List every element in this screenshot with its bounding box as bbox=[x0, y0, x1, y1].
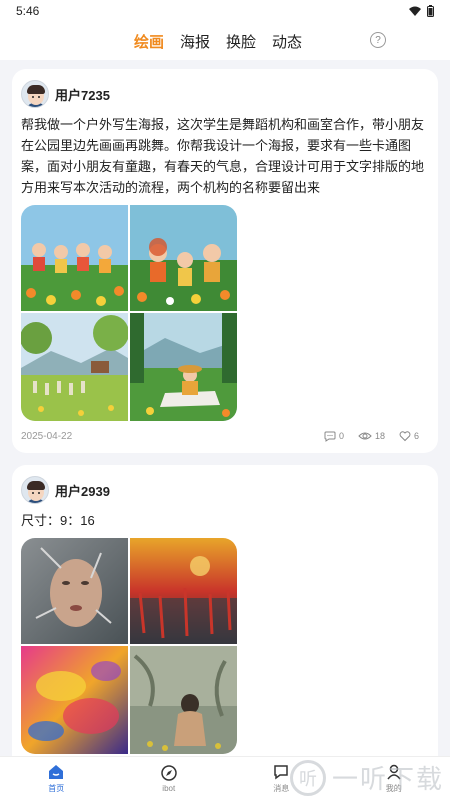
tab-painting[interactable]: 绘画 bbox=[134, 31, 164, 52]
tab-face-swap[interactable]: 换脸 bbox=[226, 31, 256, 52]
generated-image[interactable] bbox=[130, 205, 237, 311]
home-icon bbox=[49, 765, 64, 779]
username[interactable]: 用户7235 bbox=[55, 85, 110, 104]
nav-messages-label: 消息 bbox=[273, 784, 290, 793]
avatar[interactable] bbox=[21, 80, 49, 108]
heart-icon bbox=[399, 431, 411, 442]
generated-image[interactable] bbox=[130, 313, 237, 421]
post-card[interactable]: 用户7235 帮我做一个户外写生海报，这次学生是舞蹈机构和画室合作，带小朋友在公… bbox=[12, 69, 438, 453]
wifi-icon bbox=[409, 6, 421, 16]
comment-count: 0 bbox=[338, 431, 344, 441]
post-date: 2025-04-22 bbox=[21, 430, 73, 442]
compass-icon bbox=[161, 765, 177, 781]
watermark-logo: 听 bbox=[289, 759, 326, 796]
post-footer: 2025-04-22 0 18 6 bbox=[21, 429, 429, 443]
username[interactable]: 用户2939 bbox=[55, 481, 110, 500]
status-bar: 5:46 bbox=[0, 0, 450, 22]
watermark-text: 一听下载 bbox=[331, 764, 444, 794]
nav-ibot[interactable]: ibot bbox=[139, 764, 199, 793]
nav-home-label: 首页 bbox=[48, 784, 65, 793]
comment-stat[interactable]: 0 bbox=[324, 430, 344, 442]
post-author: 用户2939 bbox=[21, 475, 429, 505]
generated-image[interactable] bbox=[21, 313, 128, 421]
image-grid bbox=[21, 205, 237, 421]
post-stats: 0 18 6 bbox=[324, 430, 419, 442]
comment-icon bbox=[324, 431, 336, 442]
post-description: 尺寸：9：16 bbox=[21, 513, 95, 528]
tab-poster[interactable]: 海报 bbox=[180, 31, 210, 52]
nav-home[interactable]: 首页 bbox=[26, 763, 86, 794]
message-icon bbox=[274, 765, 288, 780]
status-icons bbox=[409, 5, 434, 17]
post-description: 帮我做一个户外写生海报，这次学生是舞蹈机构和画室合作，带小朋友在公园里边先画画再… bbox=[21, 117, 425, 195]
view-stat: 18 bbox=[358, 430, 385, 442]
battery-icon bbox=[427, 5, 434, 17]
top-nav: 绘画 海报 换脸 动态 ? bbox=[0, 22, 450, 60]
generated-image[interactable] bbox=[130, 538, 237, 644]
view-count: 18 bbox=[374, 431, 385, 441]
post-author: 用户7235 bbox=[21, 79, 429, 109]
like-stat[interactable]: 6 bbox=[399, 430, 419, 442]
avatar[interactable] bbox=[21, 476, 49, 504]
generated-image[interactable] bbox=[21, 538, 128, 644]
tab-feed[interactable]: 动态 bbox=[272, 31, 302, 52]
eye-icon bbox=[358, 432, 372, 440]
image-grid bbox=[21, 538, 237, 754]
nav-ibot-label: ibot bbox=[162, 784, 176, 793]
generated-image[interactable] bbox=[130, 646, 237, 754]
post-feed: 用户7235 帮我做一个户外写生海报，这次学生是舞蹈机构和画室合作，带小朋友在公… bbox=[0, 60, 450, 756]
status-time: 5:46 bbox=[16, 4, 40, 18]
post-card[interactable]: 用户2939 尺寸：9：16 bbox=[12, 465, 438, 756]
like-count: 6 bbox=[413, 431, 419, 441]
generated-image[interactable] bbox=[21, 646, 128, 754]
tab-bar: 绘画 海报 换脸 动态 bbox=[134, 31, 302, 52]
watermark: 听 一听下载 bbox=[289, 759, 444, 796]
generated-image[interactable] bbox=[21, 205, 128, 311]
help-icon[interactable]: ? bbox=[370, 32, 386, 48]
